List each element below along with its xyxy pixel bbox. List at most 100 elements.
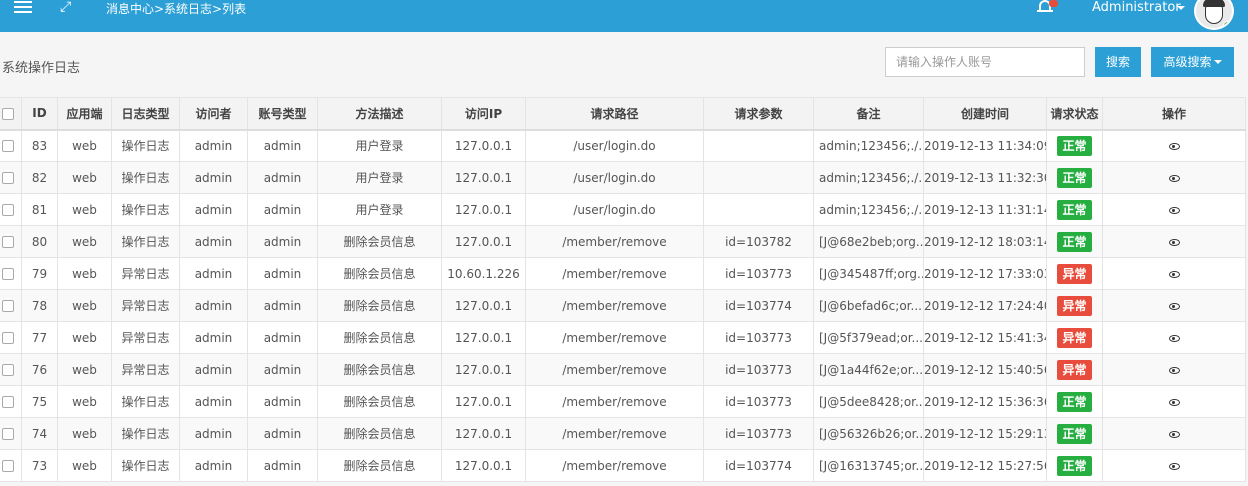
breadcrumb: 消息中心>系统日志>列表	[106, 2, 247, 16]
eye-icon[interactable]	[1168, 462, 1180, 470]
expand-icon[interactable]: ⤢	[60, 0, 71, 15]
table-row: 74 web 操作日志 admin admin 删除会员信息 127.0.0.1/membe…	[0, 417, 1246, 450]
row-select-cell[interactable]	[0, 225, 22, 258]
cell-id: 77	[21, 321, 58, 354]
row-checkbox[interactable]	[1, 428, 14, 440]
chevron-down-icon[interactable]	[1177, 6, 1185, 10]
eye-icon[interactable]	[1168, 334, 1180, 342]
row-select-cell[interactable]	[0, 449, 22, 482]
eye-icon[interactable]	[1168, 206, 1180, 214]
row-checkbox[interactable]	[1, 300, 14, 312]
cell-created: 2019-12-12 17:24:40	[923, 289, 1047, 322]
cell-app: web	[57, 193, 112, 226]
cell-action	[1102, 225, 1246, 258]
cell-created: 2019-12-12 15:29:13	[923, 417, 1047, 450]
row-checkbox[interactable]	[1, 140, 14, 153]
cell-remark: [J@1a44f62e;or...	[813, 353, 924, 386]
avatar[interactable]	[1194, 0, 1234, 30]
cell-remark: [J@56326b26;or...	[813, 417, 924, 450]
row-checkbox[interactable]	[1, 396, 14, 408]
cell-action	[1102, 257, 1246, 290]
cell-account_type: admin	[247, 129, 318, 162]
cell-status: 正常	[1046, 449, 1103, 482]
column-header[interactable]: 应用端	[57, 97, 112, 131]
row-select-cell[interactable]	[0, 161, 22, 194]
eye-icon[interactable]	[1168, 174, 1180, 182]
eye-icon[interactable]	[1168, 142, 1180, 150]
cell-ip: 127.0.0.1	[441, 449, 526, 482]
column-header[interactable]: 方法描述	[317, 97, 442, 131]
eye-icon[interactable]	[1168, 430, 1180, 438]
cell-action	[1102, 161, 1246, 194]
cell-ip: 127.0.0.1	[441, 353, 526, 386]
user-menu[interactable]: Administrator	[1092, 0, 1181, 15]
cell-remark: [J@16313745;or...	[813, 449, 924, 482]
cell-params: id=103773	[703, 321, 814, 354]
row-checkbox[interactable]	[1, 204, 14, 216]
cell-visitor: admin	[179, 417, 248, 450]
cell-method: 删除会员信息	[317, 289, 442, 322]
column-header[interactable]: 请求参数	[703, 97, 814, 131]
cell-id: 75	[21, 385, 58, 418]
row-checkbox[interactable]	[1, 364, 14, 376]
table-row: 77 web 异常日志 admin admin 删除会员信息 127.0.0.1/membe…	[0, 321, 1246, 354]
column-header[interactable]: 备注	[813, 97, 924, 131]
eye-icon[interactable]	[1168, 302, 1180, 310]
cell-status: 正常	[1046, 417, 1103, 450]
cell-method: 删除会员信息	[317, 321, 442, 354]
cell-type: 操作日志	[111, 225, 180, 258]
cell-status: 正常	[1046, 129, 1103, 162]
search-button[interactable]: 搜索	[1095, 47, 1141, 77]
row-select-cell[interactable]	[0, 385, 22, 418]
cell-method: 用户登录	[317, 161, 442, 194]
cell-method: 删除会员信息	[317, 225, 442, 258]
column-header[interactable]: 账号类型	[247, 97, 318, 131]
column-header[interactable]: 日志类型	[111, 97, 180, 131]
table-row: 82 web 操作日志 admin admin 用户登录 127.0.0.1/user/lo…	[0, 161, 1246, 194]
table-row: 83 web 操作日志 admin admin 用户登录 127.0.0.1/user/lo…	[0, 129, 1246, 162]
cell-status: 异常	[1046, 321, 1103, 354]
eye-icon[interactable]	[1168, 270, 1180, 278]
advanced-search-button[interactable]: 高级搜索	[1151, 47, 1234, 77]
column-header[interactable]: 请求路径	[525, 97, 704, 131]
column-header[interactable]: 访问者	[179, 97, 248, 131]
row-select-cell[interactable]	[0, 353, 22, 386]
column-header[interactable]: ID	[21, 97, 58, 131]
eye-icon[interactable]	[1168, 398, 1180, 406]
search-input[interactable]	[885, 47, 1085, 77]
row-checkbox[interactable]	[1, 332, 14, 344]
cell-method: 删除会员信息	[317, 257, 442, 290]
column-header[interactable]: 请求状态	[1046, 97, 1103, 131]
row-checkbox[interactable]	[1, 236, 14, 248]
row-select-cell[interactable]	[0, 193, 22, 226]
cell-action	[1102, 417, 1246, 450]
cell-status: 异常	[1046, 257, 1103, 290]
row-select-cell[interactable]	[0, 257, 22, 290]
bell-icon[interactable]	[1037, 0, 1058, 14]
column-header[interactable]: 创建时间	[923, 97, 1047, 131]
cell-account_type: admin	[247, 289, 318, 322]
cell-action	[1102, 129, 1246, 162]
row-select-cell[interactable]	[0, 321, 22, 354]
column-header[interactable]: 访问IP	[441, 97, 526, 131]
eye-icon[interactable]	[1168, 366, 1180, 374]
select-all-header[interactable]	[0, 97, 22, 131]
cell-ip: 127.0.0.1	[441, 385, 526, 418]
row-checkbox[interactable]	[1, 460, 14, 472]
row-select-cell[interactable]	[0, 289, 22, 322]
cell-id: 74	[21, 417, 58, 450]
eye-icon[interactable]	[1168, 238, 1180, 246]
row-select-cell[interactable]	[0, 129, 22, 162]
cell-params: id=103773	[703, 353, 814, 386]
status-badge: 正常	[1057, 167, 1092, 188]
select-all-checkbox[interactable]	[1, 107, 14, 120]
menu-icon[interactable]	[14, 1, 32, 13]
row-select-cell[interactable]	[0, 417, 22, 450]
status-badge: 异常	[1057, 263, 1092, 284]
cell-ip: 127.0.0.1	[441, 417, 526, 450]
row-checkbox[interactable]	[1, 172, 14, 184]
cell-method: 删除会员信息	[317, 417, 442, 450]
row-checkbox[interactable]	[1, 268, 14, 280]
cell-created: 2019-12-12 18:03:14	[923, 225, 1047, 258]
status-badge: 异常	[1057, 327, 1092, 348]
